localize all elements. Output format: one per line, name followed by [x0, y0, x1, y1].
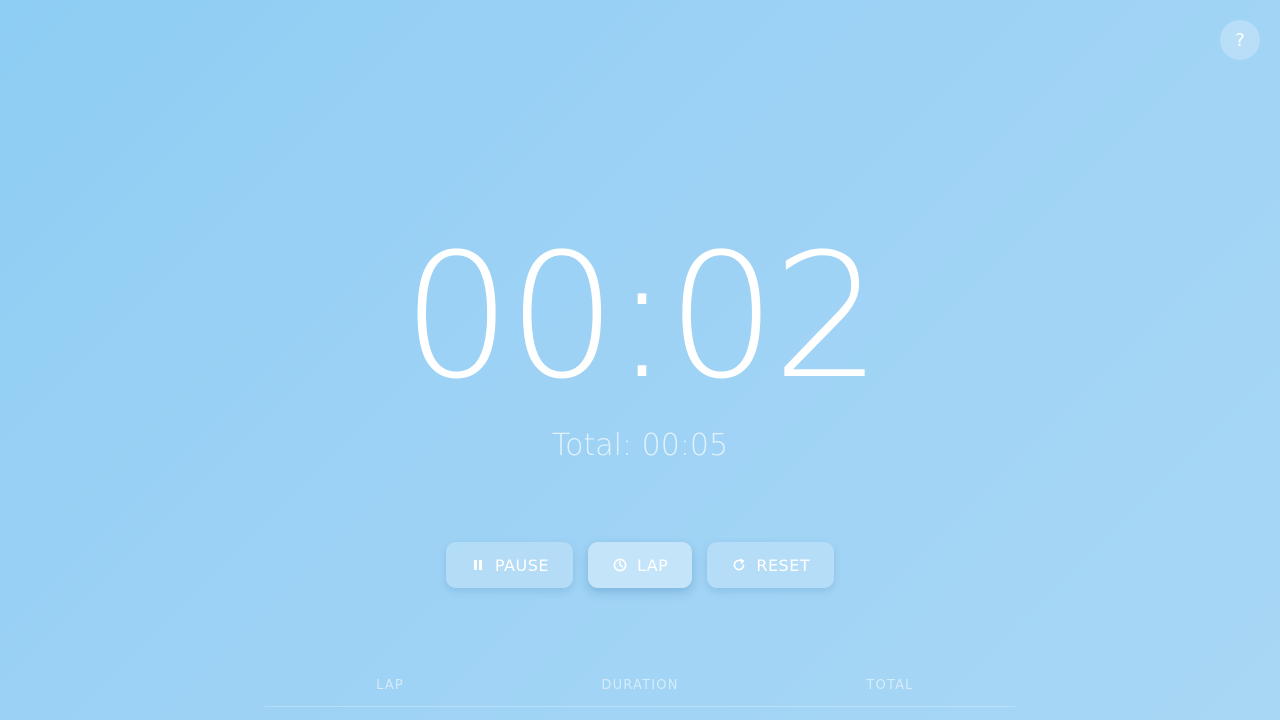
help-icon: ? — [1235, 29, 1245, 51]
reset-button[interactable]: RESET — [707, 542, 835, 588]
column-header-lap: LAP — [376, 678, 404, 693]
column-header-total: TOTAL — [866, 678, 914, 693]
help-button[interactable]: ? — [1220, 20, 1260, 60]
column-header-duration: DURATION — [601, 678, 679, 693]
total-time: Total: 00:05 — [551, 428, 729, 463]
clock-icon — [613, 558, 627, 572]
pause-button[interactable]: PAUSE — [445, 542, 573, 588]
pause-label: PAUSE — [494, 555, 549, 575]
lap-button[interactable]: LAP — [587, 542, 693, 588]
lap-label: LAP — [636, 555, 669, 575]
refresh-icon — [732, 558, 746, 572]
pause-icon — [471, 558, 485, 572]
controls-bar: PAUSE LAP RESET — [0, 542, 1280, 588]
timer-display: 00:02 — [402, 216, 882, 417]
laps-table-header: LAP DURATION TOTAL — [265, 674, 1015, 707]
reset-label: RESET — [756, 555, 811, 575]
